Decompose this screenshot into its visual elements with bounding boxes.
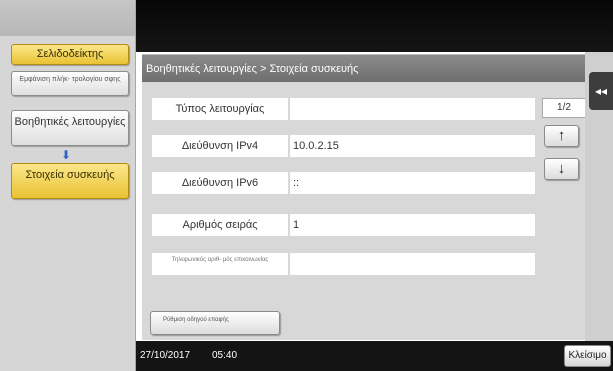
status-time: 05:40 bbox=[212, 350, 238, 361]
serial-number-label: Αριθμός σειράς bbox=[152, 214, 288, 236]
function-type-value bbox=[290, 98, 535, 120]
function-type-label: Τύπος λειτουργίας bbox=[152, 98, 288, 120]
bookmark-button[interactable]: Σελιδοδείκτης bbox=[11, 44, 129, 65]
left-top-strip bbox=[0, 0, 135, 36]
device-info-screen: Σελιδοδείκτης Εμφάνιση πλήκ- τρολογίου σ… bbox=[0, 0, 613, 371]
ipv4-address-value: 10.0.2.15 bbox=[290, 135, 535, 157]
contact-phone-label: Τηλεφωνικός αριθ- μός επικοινωνίας bbox=[152, 253, 288, 275]
status-date: 27/10/2017 bbox=[140, 350, 191, 361]
contact-phone-value bbox=[290, 253, 535, 275]
ipv6-address-value: :: bbox=[290, 172, 535, 194]
utility-functions-button[interactable]: Βοηθητικές λειτουργίες bbox=[11, 110, 129, 146]
show-keypad-button[interactable]: Εμφάνιση πλήκ- τρολογίου σφης bbox=[11, 71, 129, 96]
serial-number-value: 1 bbox=[290, 214, 535, 236]
collapse-back-icon[interactable]: ◂◂ bbox=[589, 72, 613, 110]
ipv4-address-label: Διεύθυνση IPv4 bbox=[152, 135, 288, 157]
scroll-up-button[interactable]: ↑ bbox=[544, 125, 579, 147]
ipv6-address-label: Διεύθυνση IPv6 bbox=[152, 172, 288, 194]
page-indicator: 1/2 bbox=[542, 98, 585, 118]
nav-down-arrow-icon: ⬇ bbox=[60, 148, 72, 162]
contact-setting-button[interactable]: Ρύθμιση οδηγού επαφής bbox=[150, 311, 280, 335]
close-button[interactable]: Κλείσιμο bbox=[564, 345, 611, 367]
top-message-bar bbox=[136, 0, 613, 52]
device-info-panel: Τύπος λειτουργίας Διεύθυνση IPv4 10.0.2.… bbox=[142, 82, 585, 340]
device-info-button[interactable]: Στοιχεία συσκευής bbox=[11, 163, 129, 199]
scroll-down-button[interactable]: ↓ bbox=[544, 158, 579, 180]
left-navigation: Σελιδοδείκτης Εμφάνιση πλήκ- τρολογίου σ… bbox=[0, 0, 136, 371]
status-bar: 27/10/2017 05:40 Κλείσιμο bbox=[136, 341, 613, 371]
breadcrumb: Βοηθητικές λειτουργίες > Στοιχεία συσκευ… bbox=[142, 54, 585, 82]
